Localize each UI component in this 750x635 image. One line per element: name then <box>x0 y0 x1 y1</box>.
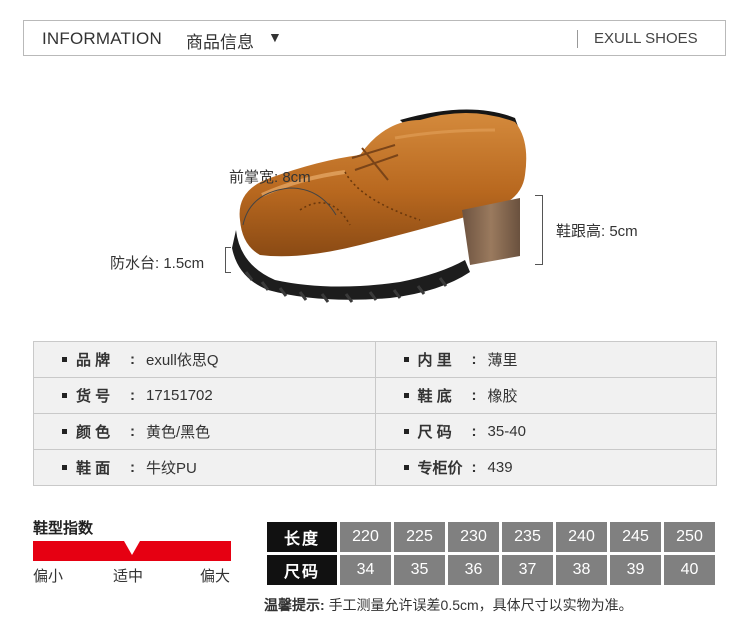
header-title-cn: 商品信息 <box>186 33 254 52</box>
spec-label: 尺 码 <box>417 424 452 441</box>
size-cell: 37 <box>502 555 553 585</box>
spec-label: 颜 色 <box>76 424 111 441</box>
size-header: 尺码 <box>267 555 337 585</box>
header-divider <box>577 30 578 48</box>
length-cell: 240 <box>556 522 607 552</box>
size-cell: 40 <box>664 555 715 585</box>
spec-value: 35-40 <box>487 423 526 440</box>
fit-label-medium: 适中 <box>113 568 144 585</box>
info-header: INFORMATION 商品信息 ▼ EXULL SHOES <box>23 20 726 56</box>
spec-label: 货 号 <box>76 388 111 405</box>
spec-value: 17151702 <box>146 387 213 404</box>
size-cell: 38 <box>556 555 607 585</box>
bullet-icon <box>403 429 409 434</box>
fit-label-large: 偏大 <box>200 568 231 585</box>
platform-bracket <box>225 247 231 273</box>
size-row: 尺码 34 35 36 37 38 39 40 <box>267 555 715 585</box>
spec-value: 橡胶 <box>487 388 518 405</box>
measurement-tip: 温馨提示: 手工测量允许误差0.5cm，具体尺寸以实物为准。 <box>264 595 633 615</box>
tip-text: 手工测量允许误差0.5cm，具体尺寸以实物为准。 <box>328 597 633 613</box>
spec-label: 内 里 <box>417 352 452 369</box>
spec-value: exull依思Q <box>146 352 219 369</box>
fit-marker-icon <box>124 541 140 555</box>
shoe-illustration <box>232 109 527 303</box>
spec-value: 黄色/黑色 <box>146 424 211 441</box>
length-header: 长度 <box>267 522 337 552</box>
size-table: 长度 220 225 230 235 240 245 250 尺码 34 35 … <box>264 519 718 588</box>
length-cell: 235 <box>502 522 553 552</box>
spec-value: 牛纹PU <box>146 460 197 477</box>
bullet-icon <box>62 393 67 398</box>
spec-label: 专柜价 <box>417 460 463 477</box>
bullet-icon <box>62 465 67 470</box>
spec-row: 货 号:17151702 鞋 底: 橡胶 <box>33 377 718 414</box>
size-cell: 35 <box>394 555 445 585</box>
bullet-icon <box>403 393 409 398</box>
spec-label: 品 牌 <box>76 352 111 369</box>
platform-height-label: 防水台: 1.5cm <box>110 255 205 272</box>
length-cell: 250 <box>664 522 715 552</box>
forefoot-width-label: 前掌宽: 8cm <box>229 169 311 186</box>
size-cell: 36 <box>448 555 499 585</box>
spec-label: 鞋 底 <box>417 388 452 405</box>
spec-table: 品 牌: exull依思Q 内 里: 薄里 货 号:17151702 鞋 底: 橡胶 … <box>33 341 718 486</box>
bullet-icon <box>403 465 409 470</box>
spec-label: 鞋 面 <box>76 460 111 477</box>
dropdown-arrow-icon[interactable]: ▼ <box>268 29 282 45</box>
length-cell: 220 <box>340 522 391 552</box>
spec-row: 鞋 面: 牛纹PU 专柜价:439 <box>33 449 718 486</box>
spec-row: 品 牌: exull依思Q 内 里: 薄里 <box>33 341 718 378</box>
bullet-icon <box>403 357 409 362</box>
length-cell: 245 <box>610 522 661 552</box>
size-cell: 39 <box>610 555 661 585</box>
spec-row: 颜 色: 黄色/黑色 尺 码:35-40 <box>33 413 718 450</box>
spec-value: 薄里 <box>487 352 518 369</box>
tip-label: 温馨提示: <box>264 597 325 613</box>
bullet-icon <box>62 357 67 362</box>
header-title: INFORMATION <box>42 29 162 48</box>
brand-name: EXULL SHOES <box>594 30 698 47</box>
spec-value: 439 <box>487 459 513 476</box>
length-cell: 230 <box>448 522 499 552</box>
heel-height-label: 鞋跟高: 5cm <box>556 223 638 240</box>
heel-bracket <box>535 195 543 265</box>
fit-label-small: 偏小 <box>33 568 64 585</box>
bullet-icon <box>62 429 67 434</box>
product-image-area: 前掌宽: 8cm 防水台: 1.5cm 鞋跟高: 5cm <box>0 60 750 335</box>
fit-index-title: 鞋型指数 <box>33 520 94 537</box>
size-cell: 34 <box>340 555 391 585</box>
length-row: 长度 220 225 230 235 240 245 250 <box>267 522 715 552</box>
length-cell: 225 <box>394 522 445 552</box>
